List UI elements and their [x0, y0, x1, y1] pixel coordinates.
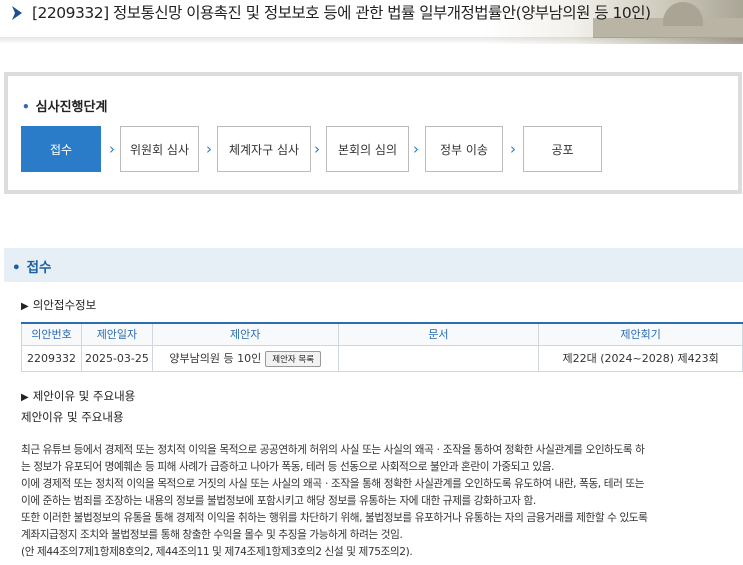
col-bill-no: 의안번호: [21, 322, 82, 346]
step-promulgation[interactable]: 공포: [523, 126, 602, 172]
paragraph-line: 이에 준하는 범죄를 조장하는 내용의 정보를 불법정보에 포함시키고 해당 정…: [21, 495, 536, 507]
title-bar: [2209332] 정보통신망 이용촉진 및 정보보호 등에 관한 법률 일부개…: [0, 0, 743, 44]
reason-body: 최근 유튜브 등에서 경제적 또는 정치적 이익을 목적으로 공공연하게 허위의…: [21, 442, 736, 561]
paragraph-line: 는 정보가 유포되어 명예훼손 등 피해 사례가 급증하고 나아가 폭동, 테러…: [21, 461, 555, 473]
paragraph-line: 이에 경제적 또는 정치적 이익을 목적으로 거짓의 사실 또는 사실의 왜곡ㆍ…: [21, 478, 645, 490]
proposer-list-button[interactable]: 제안자 목록: [265, 350, 322, 367]
chevron-right-icon: [12, 6, 22, 20]
paragraph-line: 최근 유튜브 등에서 경제적 또는 정치적 이익을 목적으로 공공연하게 허위의…: [21, 444, 645, 456]
table-row: 2209332 2025-03-25 양부남의원 등 10인 제안자 목록 제22…: [21, 344, 743, 372]
col-date: 제안일자: [80, 322, 153, 346]
col-document: 문서: [337, 322, 540, 346]
stage-heading: • 심사진행단계: [22, 100, 108, 115]
stage-progress-box: • 심사진행단계 접수 › 위원회 심사 › 체계자구 심사 › 본회의 심의 ›…: [4, 72, 742, 194]
paragraph-line: (안 제44조의7제1항제8호의2, 제44조의11 및 제74조제1항제3호의…: [21, 546, 413, 558]
bill-no: 2209332: [21, 344, 82, 372]
bill-info-table: 의안번호 제안일자 제안자 문서 제안회기 2209332 2025-03-25…: [21, 322, 743, 372]
proposer-text: 양부남의원 등 10인: [169, 351, 262, 365]
proposal-date: 2025-03-25: [80, 344, 153, 372]
step-plenary[interactable]: 본회의 심의: [326, 126, 409, 172]
chevron-right-icon: ›: [510, 140, 516, 158]
page-title: [2209332] 정보통신망 이용촉진 및 정보보호 등에 관한 법률 일부개…: [32, 4, 651, 22]
reception-section-header: • 접수: [4, 248, 743, 282]
chevron-right-icon: ›: [109, 140, 115, 158]
session: 제22대 (2024~2028) 제423회: [538, 344, 743, 372]
step-committee-review[interactable]: 위원회 심사: [120, 126, 199, 172]
info-heading: ▶ 의안접수정보: [21, 298, 97, 312]
col-session: 제안회기: [538, 322, 743, 346]
chevron-right-icon: ›: [314, 140, 320, 158]
document-cell: [337, 344, 540, 372]
reason-heading: ▶ 제안이유 및 주요내용: [21, 389, 136, 403]
step-legal-review[interactable]: 체계자구 심사: [217, 126, 311, 172]
col-proposer: 제안자: [151, 322, 339, 346]
section-title: 접수: [26, 260, 52, 276]
paragraph-line: 또한 이러한 불법정보의 유통을 통해 경제적 이익을 취하는 행위를 차단하기…: [21, 512, 648, 524]
step-government-transfer[interactable]: 정부 이송: [425, 126, 503, 172]
reason-label: 제안이유 및 주요내용: [21, 410, 124, 424]
step-received[interactable]: 접수: [21, 126, 101, 172]
chevron-right-icon: ›: [413, 140, 419, 158]
paragraph-line: 계좌지급정지 조치와 불법정보를 통해 창출한 수익을 몰수 및 추징을 가능하…: [21, 529, 403, 541]
chevron-right-icon: ›: [206, 140, 212, 158]
